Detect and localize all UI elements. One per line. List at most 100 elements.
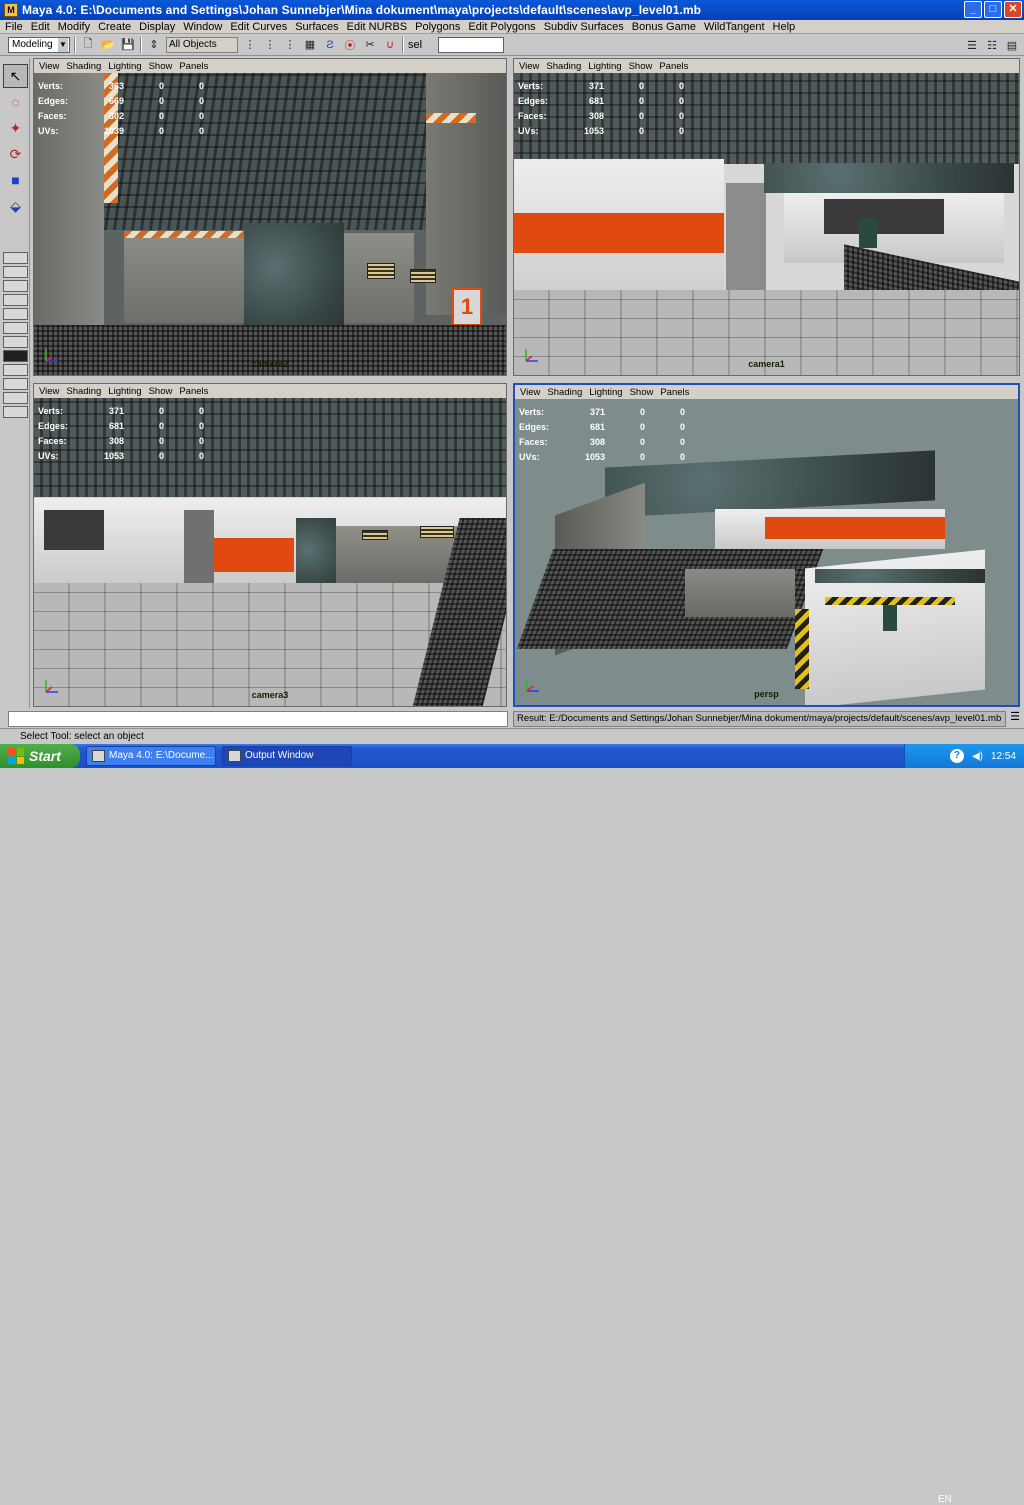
hud-row-uvs: UVs: 1053 0 0: [518, 126, 684, 136]
new-scene-icon[interactable]: 🗋: [80, 37, 96, 53]
two-pane-side-layout-icon[interactable]: [3, 280, 28, 292]
hazard-stripe: [426, 113, 476, 123]
viewport-menu-lighting[interactable]: Lighting: [106, 386, 146, 397]
component-mode-icon[interactable]: ⋮: [282, 37, 298, 53]
camera-label: camera1: [748, 359, 785, 369]
menu-create[interactable]: Create: [96, 21, 137, 33]
snap-view-plane-icon[interactable]: ✂: [362, 37, 378, 53]
viewport-menu-panels[interactable]: Panels: [658, 387, 694, 398]
viewport-menu-view[interactable]: View: [517, 61, 544, 72]
menu-polygons[interactable]: Polygons: [413, 21, 466, 33]
channel-box-icon[interactable]: ▤: [1004, 37, 1020, 53]
lasso-tool-icon[interactable]: ◌: [3, 90, 28, 114]
open-scene-icon[interactable]: 📂: [100, 37, 116, 53]
minimize-icon[interactable]: _: [964, 1, 982, 18]
menu-surfaces[interactable]: Surfaces: [293, 21, 344, 33]
quick-select-field[interactable]: [438, 36, 504, 53]
viewport-camera2[interactable]: View Shading Lighting Show Panels 1 Vert…: [33, 58, 507, 376]
viewport-menu-view[interactable]: View: [37, 61, 64, 72]
mel-command-input[interactable]: [8, 711, 508, 727]
viewport-camera3[interactable]: View Shading Lighting Show Panels Verts:…: [33, 383, 507, 707]
graph-editor-layout-icon[interactable]: [3, 392, 28, 404]
menu-bonus-game[interactable]: Bonus Game: [630, 21, 702, 33]
scale-tool-icon[interactable]: ■: [3, 168, 28, 192]
rotate-tool-icon[interactable]: ⟳: [3, 142, 28, 166]
select-tool-icon[interactable]: ↖: [3, 64, 28, 88]
single-pane-layout-icon[interactable]: [3, 252, 28, 264]
menu-modify[interactable]: Modify: [56, 21, 96, 33]
viewport-menu-shading[interactable]: Shading: [545, 387, 587, 398]
menu-wildtangent[interactable]: WildTangent: [702, 21, 771, 33]
tray-help-icon[interactable]: ?: [949, 749, 964, 763]
persp-outliner-layout-icon[interactable]: [3, 308, 28, 320]
hud-row-uvs: UVs: 1053 0 0: [519, 452, 685, 462]
snap-curve-icon[interactable]: Ƨ: [322, 37, 338, 53]
taskbar-button-output-window[interactable]: Output Window: [222, 746, 352, 766]
render-view-layout-icon[interactable]: [3, 350, 28, 362]
taskbar-button-label: Output Window: [245, 750, 314, 761]
two-pane-stacked-layout-icon[interactable]: [3, 294, 28, 306]
make-live-icon[interactable]: ∪: [382, 37, 398, 53]
hud-row-edges: Edges: 681 0 0: [519, 422, 685, 432]
viewport-menu-show[interactable]: Show: [147, 386, 178, 397]
snap-grid-icon[interactable]: ▦: [302, 37, 318, 53]
viewport-menu-show[interactable]: Show: [628, 387, 659, 398]
orange-wall-stripe: [214, 538, 294, 572]
selection-mask-dropdown[interactable]: All Objects: [166, 36, 238, 53]
clock[interactable]: 12:54: [991, 751, 1016, 762]
menu-display[interactable]: Display: [137, 21, 181, 33]
four-pane-layout-icon[interactable]: [3, 266, 28, 278]
menu-set-dropdown[interactable]: Modeling: [8, 36, 70, 53]
viewport-menu-lighting[interactable]: Lighting: [106, 61, 146, 72]
menu-file[interactable]: File: [3, 21, 29, 33]
script-editor-icon[interactable]: ☰: [1008, 712, 1022, 725]
close-icon[interactable]: ✕: [1004, 1, 1022, 18]
snap-point-icon[interactable]: ⦿: [342, 37, 358, 53]
persp-trax-layout-icon[interactable]: [3, 364, 28, 376]
menu-edit-nurbs[interactable]: Edit NURBS: [345, 21, 414, 33]
title-bar[interactable]: M Maya 4.0: E:\Documents and Settings\Jo…: [0, 0, 1024, 20]
viewport-menu-view[interactable]: View: [37, 386, 64, 397]
tool-settings-icon[interactable]: ☷: [984, 37, 1000, 53]
taskbar-button-maya[interactable]: Maya 4.0: E:\Docume...: [86, 746, 216, 766]
viewport-menu-lighting[interactable]: Lighting: [587, 387, 627, 398]
hud-row-edges: Edges: 681 0 0: [38, 421, 204, 431]
viewport-menu-show[interactable]: Show: [627, 61, 658, 72]
viewport-menu-show[interactable]: Show: [147, 61, 178, 72]
maximize-icon[interactable]: □: [984, 1, 1002, 18]
attribute-editor-icon[interactable]: ☰: [964, 37, 980, 53]
dark-panel: [824, 199, 944, 234]
viewport-menu-shading[interactable]: Shading: [64, 61, 106, 72]
persp-graph-layout-icon[interactable]: [3, 322, 28, 334]
viewport-menu-panels[interactable]: Panels: [657, 61, 693, 72]
move-tool-icon[interactable]: ✦: [3, 116, 28, 140]
menu-edit-curves[interactable]: Edit Curves: [228, 21, 293, 33]
manipulator-tool-icon[interactable]: ⬙: [3, 194, 28, 218]
viewport-menu-shading[interactable]: Shading: [64, 386, 106, 397]
viewport-camera1[interactable]: View Shading Lighting Show Panels Verts:…: [513, 58, 1020, 376]
viewport-menu-panels[interactable]: Panels: [177, 61, 213, 72]
menu-edit-polygons[interactable]: Edit Polygons: [466, 21, 541, 33]
language-indicator[interactable]: EN: [938, 1494, 952, 1505]
hypershade-layout-icon[interactable]: [3, 336, 28, 348]
viewport-menu-panels[interactable]: Panels: [177, 386, 213, 397]
viewport-persp[interactable]: View Shading Lighting Show Panels Verts:…: [513, 383, 1020, 707]
menu-edit[interactable]: Edit: [29, 21, 56, 33]
selection-mode-icon[interactable]: ⇕: [146, 37, 162, 53]
menu-help[interactable]: Help: [771, 21, 802, 33]
tray-volume-icon[interactable]: ◀): [972, 751, 983, 762]
menu-window[interactable]: Window: [181, 21, 228, 33]
menu-subdiv-surfaces[interactable]: Subdiv Surfaces: [542, 21, 630, 33]
hud-row-faces: Faces: 308 0 0: [519, 437, 685, 447]
terminal-console: [883, 605, 897, 631]
custom-layout-icon[interactable]: [3, 378, 28, 390]
save-scene-icon[interactable]: 💾: [120, 37, 136, 53]
viewport-menu-view[interactable]: View: [518, 387, 545, 398]
object-mode-icon[interactable]: ⋮: [262, 37, 278, 53]
layout-scroll-down-icon[interactable]: [3, 406, 28, 418]
start-button[interactable]: Start: [0, 744, 80, 768]
viewport-menu-shading[interactable]: Shading: [544, 61, 586, 72]
hierarchy-mode-icon[interactable]: ⋮: [242, 37, 258, 53]
poly-count-hud: Verts: 371 0 0 Edges: 681 0 0 Faces: 308 0 0 UVs:…: [38, 404, 204, 464]
viewport-menu-lighting[interactable]: Lighting: [586, 61, 626, 72]
